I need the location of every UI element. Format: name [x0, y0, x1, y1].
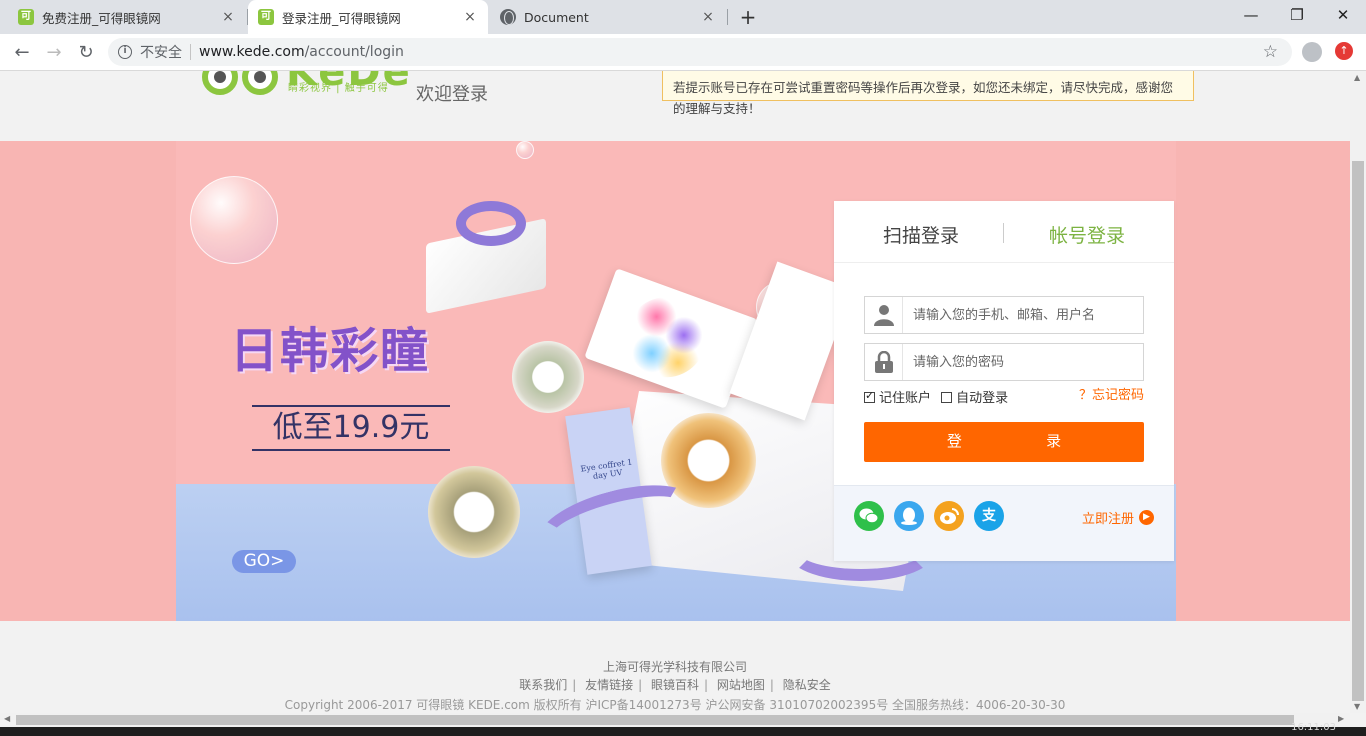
- scroll-left-icon[interactable]: ◀: [4, 714, 10, 723]
- globe-icon: [500, 9, 516, 25]
- social-login-bar: 支 立即注册 ▶: [834, 485, 1174, 561]
- register-label: 立即注册: [1081, 512, 1134, 527]
- logo-eye-icon: [202, 71, 238, 95]
- tab-free-register[interactable]: 可 免费注册_可得眼镜网 ×: [8, 0, 246, 34]
- password-field[interactable]: [864, 343, 1144, 381]
- extension-icon[interactable]: ↑: [1335, 42, 1353, 60]
- scroll-right-icon[interactable]: ▶: [1338, 714, 1344, 723]
- kede-icon: 可: [258, 9, 274, 25]
- tab-account-login[interactable]: 帐号登录: [1012, 221, 1162, 248]
- url-path: /account/login: [304, 44, 404, 60]
- minimize-icon[interactable]: —: [1228, 0, 1274, 32]
- url-text: www.kede.com/account/login: [199, 44, 404, 60]
- page-viewport: KeDe 睛彩视界 | 触手可得 欢迎登录 若提示账号已存在可尝试重置密码等操作…: [0, 71, 1350, 713]
- tab-login-register[interactable]: 可 登录注册_可得眼镜网 ×: [248, 0, 488, 34]
- contact-lens-image: [512, 341, 584, 413]
- go-button[interactable]: GO>: [232, 550, 296, 573]
- reload-icon[interactable]: ↻: [72, 39, 100, 67]
- remember-checkbox[interactable]: [864, 389, 875, 403]
- username-field[interactable]: [864, 296, 1144, 334]
- info-icon[interactable]: i: [118, 45, 132, 59]
- contact-lens-image: [428, 466, 520, 558]
- gift-box-image: [426, 201, 566, 314]
- lock-icon: [865, 344, 903, 380]
- footer-link-wiki[interactable]: 眼镜百科: [651, 678, 699, 692]
- browser-toolbar: ← → ↻ i 不安全 www.kede.com/account/login ☆: [0, 34, 1366, 71]
- auto-login-label: 自动登录: [956, 391, 1009, 406]
- login-button[interactable]: 登 录: [864, 422, 1144, 462]
- tab-divider: [1003, 223, 1004, 243]
- product-box-text: Eye coffret 1 day UV: [580, 457, 633, 481]
- wechat-icon[interactable]: [854, 501, 884, 531]
- auto-login-checkbox[interactable]: [941, 392, 953, 403]
- notice-text: 若提示账号已存在可尝试重置密码等操作后再次登录，如您还未绑定，请尽快完成，感谢您…: [673, 80, 1174, 116]
- bubble-decoration: [516, 141, 534, 159]
- footer-link-contact[interactable]: 联系我们: [519, 678, 567, 692]
- password-input[interactable]: [903, 345, 1143, 379]
- bookmark-star-icon[interactable]: ☆: [1263, 42, 1278, 62]
- promo-title: 日韩彩瞳: [230, 323, 431, 379]
- login-tabs: 扫描登录 帐号登录: [834, 201, 1174, 263]
- close-tab-icon[interactable]: ×: [700, 9, 716, 25]
- remember-label: 记住账户: [879, 391, 932, 406]
- footer-links: 联系我们 | 友情链接 | 眼镜百科 | 网站地图 | 隐私安全: [519, 678, 831, 692]
- tab-title: Document: [524, 9, 589, 25]
- footer-link-privacy[interactable]: 隐私安全: [783, 678, 831, 692]
- address-bar[interactable]: i 不安全 www.kede.com/account/login ☆: [108, 38, 1292, 66]
- forward-icon[interactable]: →: [40, 39, 68, 67]
- chevron-right-icon: ▶: [1139, 510, 1154, 525]
- tab-scan-login[interactable]: 扫描登录: [846, 221, 996, 248]
- url-host: www.kede.com: [199, 44, 305, 60]
- tab-title: 登录注册_可得眼镜网: [282, 10, 401, 26]
- scrollbar-thumb[interactable]: [16, 715, 1294, 725]
- weibo-icon[interactable]: [934, 501, 964, 531]
- tab-document[interactable]: Document ×: [490, 0, 726, 34]
- tab-title: 免费注册_可得眼镜网: [42, 10, 161, 26]
- promo-price: 低至19.9元: [252, 405, 450, 451]
- restore-icon[interactable]: ❐: [1274, 0, 1320, 32]
- close-tab-icon[interactable]: ×: [220, 9, 236, 25]
- scroll-up-icon[interactable]: ▲: [1354, 73, 1360, 82]
- forgot-password-link[interactable]: ？忘记密码: [1079, 384, 1144, 403]
- tab-separator: [727, 9, 728, 25]
- qq-icon[interactable]: [894, 501, 924, 531]
- bubble-decoration: [190, 176, 278, 264]
- taskbar-clock: 16:11:03: [1291, 722, 1336, 733]
- copyright-text: Copyright 2006-2017 可得眼镜 KEDE.com 版权所有 沪…: [284, 698, 1066, 712]
- profile-avatar-icon[interactable]: [1302, 42, 1322, 62]
- os-taskbar: 16:11:03: [0, 722, 1366, 736]
- kede-icon: 可: [18, 9, 34, 25]
- footer-link-friends[interactable]: 友情链接: [585, 678, 633, 692]
- new-tab-button[interactable]: +: [736, 4, 760, 30]
- back-icon[interactable]: ←: [8, 39, 36, 67]
- company-name: 上海可得光学科技有限公司: [602, 660, 747, 674]
- username-input[interactable]: [903, 298, 1143, 332]
- login-options: 记住账户 自动登录 ？忘记密码: [864, 387, 1144, 407]
- browser-tab-strip: 可 免费注册_可得眼镜网 × 可 登录注册_可得眼镜网 × Document ×…: [0, 0, 1366, 34]
- close-window-icon[interactable]: ✕: [1320, 0, 1366, 32]
- footer-link-sitemap[interactable]: 网站地图: [717, 678, 765, 692]
- register-link[interactable]: 立即注册 ▶: [1082, 508, 1154, 527]
- divider: [190, 44, 191, 60]
- scrollbar-thumb[interactable]: [1352, 161, 1364, 701]
- login-panel: 扫描登录 帐号登录 记住账户 自动登录 ？忘记密码 登 录: [834, 201, 1174, 561]
- security-label: 不安全: [140, 45, 182, 61]
- logo-slogan: 睛彩视界 | 触手可得: [288, 83, 389, 94]
- alipay-icon[interactable]: 支: [974, 501, 1004, 531]
- vertical-scrollbar[interactable]: ▲ ▼: [1350, 71, 1366, 713]
- page-footer: 上海可得光学科技有限公司 联系我们 | 友情链接 | 眼镜百科 | 网站地图 | 隐私安…: [0, 658, 1350, 713]
- close-tab-icon[interactable]: ×: [462, 9, 478, 25]
- scroll-down-icon[interactable]: ▼: [1354, 702, 1360, 711]
- user-icon: [865, 297, 903, 333]
- logo-eye-icon: [242, 71, 278, 95]
- kede-logo[interactable]: KeDe 睛彩视界 | 触手可得: [202, 71, 410, 109]
- welcome-title: 欢迎登录: [416, 84, 488, 105]
- horizontal-scrollbar[interactable]: ◀ ▶: [0, 713, 1350, 727]
